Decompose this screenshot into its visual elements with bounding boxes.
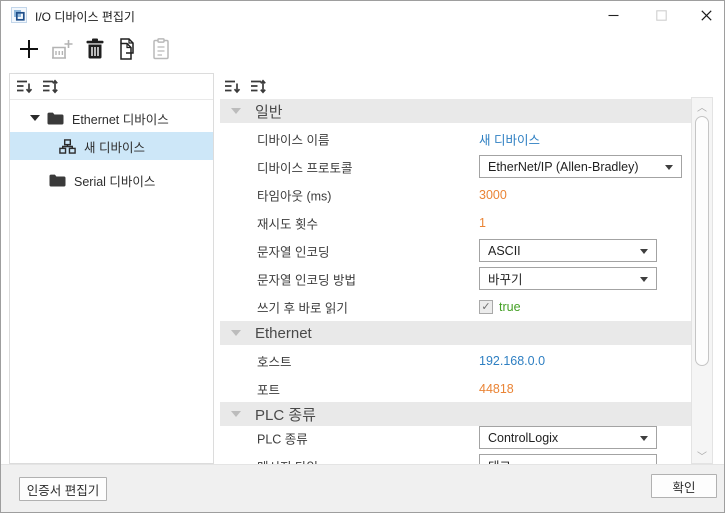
tree-panel-toolbar — [10, 74, 213, 100]
folder-icon — [47, 112, 64, 125]
checkbox-value: true — [499, 300, 521, 314]
section-title: 일반 — [255, 101, 283, 122]
close-button[interactable] — [684, 1, 725, 29]
property-panel: 일반 디바이스 이름 새 디바이스 디바이스 프로토콜 EtherNet/IP … — [220, 73, 714, 464]
string-encoding-dropdown[interactable]: ASCII — [479, 239, 657, 262]
add-device-button[interactable] — [16, 36, 42, 64]
property-row-port: 포트 44818 — [220, 375, 691, 403]
chevron-down-icon — [231, 330, 241, 336]
tree-item-serial-devices[interactable]: Serial 디바이스 — [10, 166, 213, 194]
encoding-method-dropdown[interactable]: 바꾸기 — [479, 267, 657, 290]
tree-item-label: Ethernet 디바이스 — [72, 109, 169, 128]
property-row-plc-type: PLC 종류 ControlLogix — [220, 424, 691, 452]
dropdown-value: 바꾸기 — [488, 269, 523, 288]
property-label: 타임아웃 (ms) — [257, 186, 331, 205]
expand-all-icon[interactable] — [250, 79, 267, 94]
copy-button[interactable] — [115, 36, 141, 64]
io-device-editor-window: I/O 디바이스 편집기 — [0, 0, 725, 513]
device-name-value[interactable]: 새 디바이스 — [479, 130, 540, 149]
plus-icon — [18, 38, 40, 63]
app-icon — [11, 7, 27, 23]
tree-item-ethernet-devices[interactable]: Ethernet 디바이스 — [10, 104, 213, 132]
add-station-icon — [51, 38, 74, 63]
chevron-down-icon — [231, 411, 241, 417]
delete-button[interactable] — [82, 36, 108, 64]
dropdown-value: 태그 — [488, 456, 511, 464]
property-label: 쓰기 후 바로 읽기 — [257, 298, 348, 317]
property-row-string-encoding: 문자열 인코딩 ASCII — [220, 237, 691, 265]
tree-item-new-device[interactable]: 새 디바이스 — [10, 132, 213, 160]
chevron-down-icon — [665, 165, 673, 170]
network-device-icon — [59, 139, 76, 154]
chevron-down-icon[interactable] — [30, 115, 40, 121]
trash-icon — [85, 38, 105, 63]
plc-type-dropdown[interactable]: ControlLogix — [479, 426, 657, 449]
chevron-down-icon — [640, 249, 648, 254]
port-value[interactable]: 44818 — [479, 382, 514, 396]
section-title: PLC 종류 — [255, 404, 316, 425]
scrollbar-thumb[interactable] — [695, 116, 709, 366]
section-header-general[interactable]: 일반 — [220, 99, 691, 123]
dropdown-value: ASCII — [488, 244, 521, 258]
property-row-retry-count: 재시도 횟수 1 — [220, 209, 691, 237]
property-label: 메시지 타입 — [257, 457, 318, 465]
section-header-plc-type[interactable]: PLC 종류 — [220, 402, 691, 426]
folder-icon — [49, 174, 66, 187]
property-label: 재시도 횟수 — [257, 214, 318, 233]
window-title: I/O 디바이스 편집기 — [35, 8, 135, 25]
tree-item-label: Serial 디바이스 — [74, 171, 155, 190]
maximize-button — [639, 1, 683, 29]
retry-count-value[interactable]: 1 — [479, 216, 486, 230]
section-title: Ethernet — [255, 325, 312, 342]
add-station-button — [49, 36, 75, 64]
dropdown-value: ControlLogix — [488, 431, 558, 445]
paste-button — [148, 36, 174, 64]
property-row-read-after-write: 쓰기 후 바로 읽기 ✓ true — [220, 293, 691, 321]
property-panel-toolbar — [220, 73, 714, 99]
toolbar — [1, 29, 724, 71]
property-row-timeout: 타임아웃 (ms) 3000 — [220, 181, 691, 209]
scroll-up-arrow[interactable]: ︿ — [692, 99, 712, 113]
property-label: 디바이스 프로토콜 — [257, 158, 352, 177]
message-type-dropdown[interactable]: 태그 — [479, 454, 657, 464]
certificate-editor-button[interactable]: 인증서 편집기 — [19, 477, 107, 501]
expand-all-icon[interactable] — [42, 79, 59, 94]
property-row-message-type: 메시지 타입 태그 — [220, 452, 691, 464]
property-row-protocol: 디바이스 프로토콜 EtherNet/IP (Allen-Bradley) — [220, 153, 691, 181]
property-row-encoding-method: 문자열 인코딩 방법 바꾸기 — [220, 265, 691, 293]
property-label: PLC 종류 — [257, 429, 308, 448]
dropdown-value: EtherNet/IP (Allen-Bradley) — [488, 160, 639, 174]
property-label: 포트 — [257, 380, 280, 399]
device-tree-panel: Ethernet 디바이스 새 디바이스 Serial 디바이스 — [9, 73, 214, 464]
footer-bar: 인증서 편집기 확인 — [1, 464, 724, 513]
read-after-write-checkbox[interactable]: ✓ — [479, 300, 493, 314]
paste-icon — [152, 38, 170, 63]
collapse-all-icon[interactable] — [16, 79, 33, 94]
chevron-down-icon — [640, 436, 648, 441]
property-label: 문자열 인코딩 — [257, 242, 329, 261]
timeout-value[interactable]: 3000 — [479, 188, 507, 202]
collapse-all-icon[interactable] — [224, 79, 241, 94]
protocol-dropdown[interactable]: EtherNet/IP (Allen-Bradley) — [479, 155, 682, 178]
host-value[interactable]: 192.168.0.0 — [479, 354, 545, 368]
property-label: 디바이스 이름 — [257, 130, 329, 149]
property-label: 호스트 — [257, 352, 292, 371]
ok-button[interactable]: 확인 — [651, 474, 717, 498]
tree-item-label: 새 디바이스 — [84, 137, 145, 156]
property-row-host: 호스트 192.168.0.0 — [220, 347, 691, 375]
section-header-ethernet[interactable]: Ethernet — [220, 321, 691, 345]
scroll-down-arrow[interactable]: ﹀ — [692, 448, 712, 462]
vertical-scrollbar[interactable]: ︿ ﹀ — [691, 97, 713, 464]
chevron-down-icon — [640, 277, 648, 282]
property-label: 문자열 인코딩 방법 — [257, 270, 356, 289]
property-row-device-name: 디바이스 이름 새 디바이스 — [220, 125, 691, 153]
chevron-down-icon — [231, 108, 241, 114]
copy-icon — [118, 38, 138, 63]
minimize-button[interactable] — [591, 1, 635, 29]
title-bar: I/O 디바이스 편집기 — [1, 1, 724, 29]
